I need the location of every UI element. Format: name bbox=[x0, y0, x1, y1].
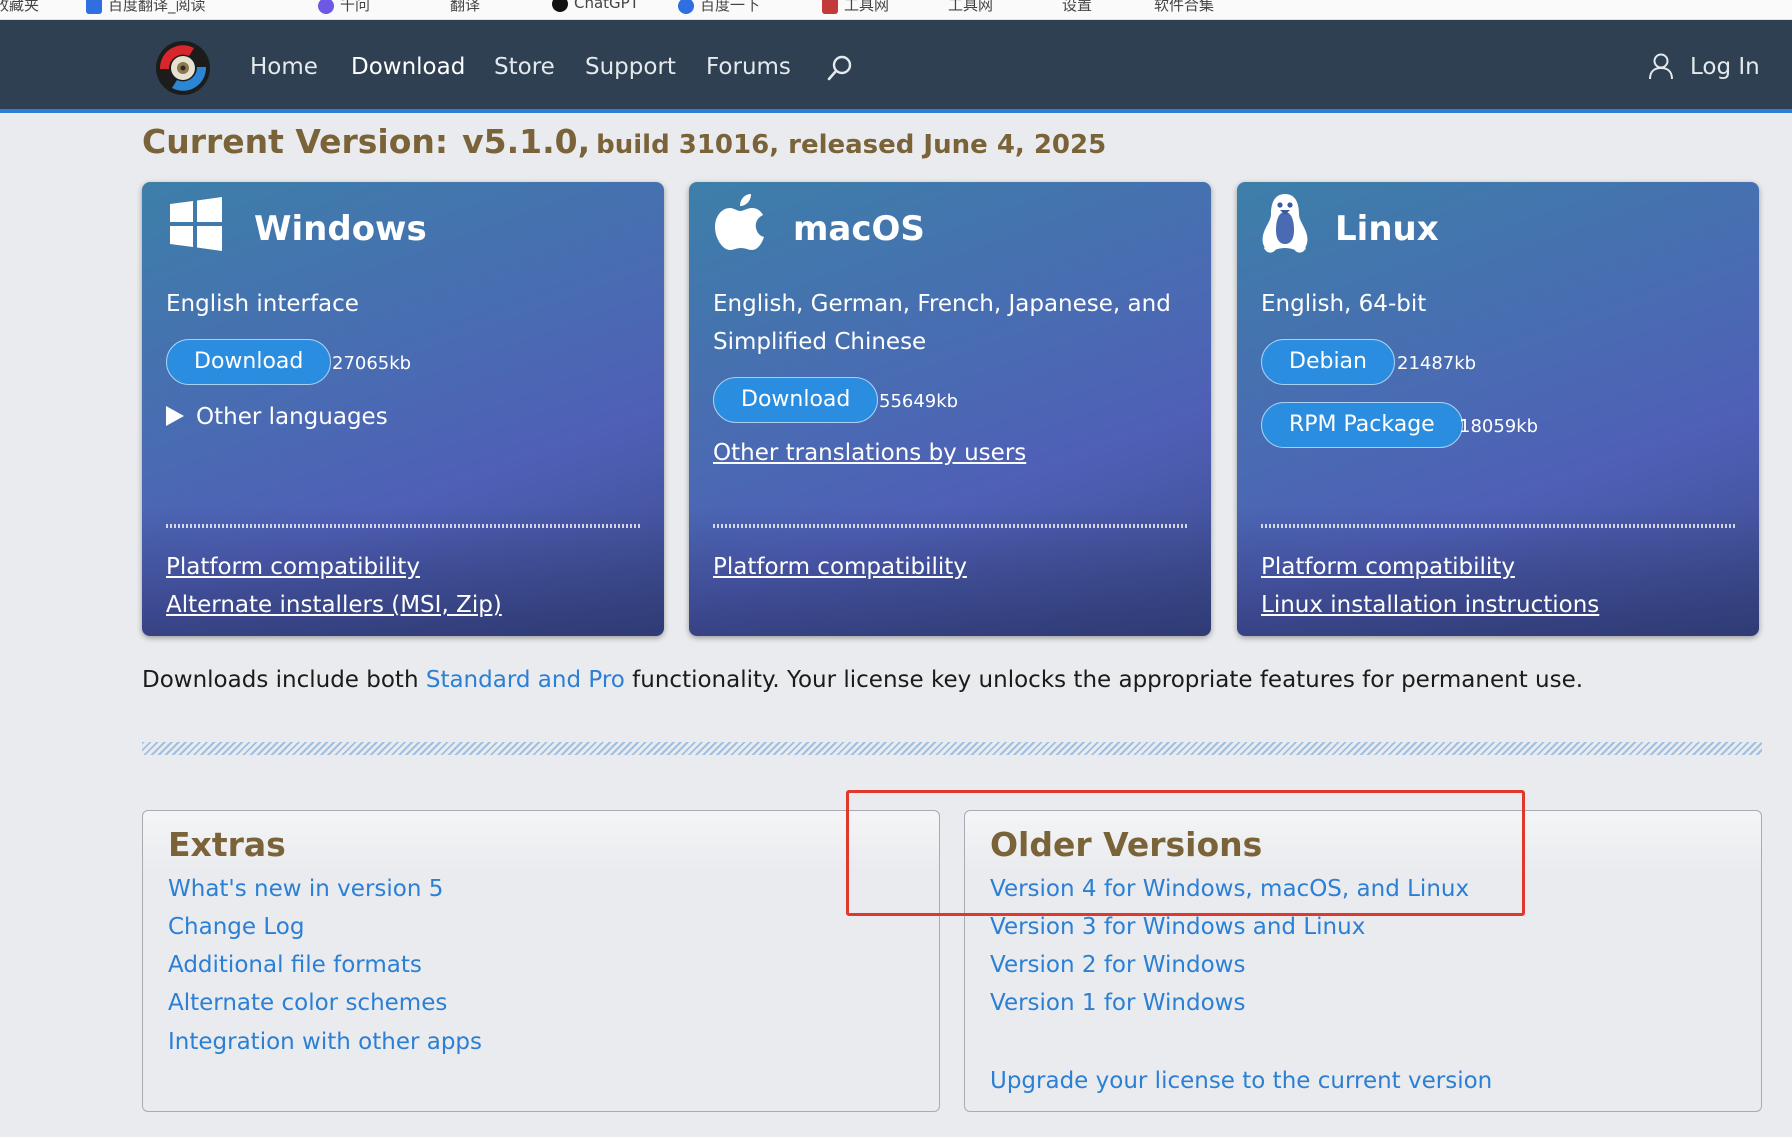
bookmark-item[interactable]: 收藏夹 bbox=[0, 0, 39, 14]
standard-and-pro-link[interactable]: Standard and Pro bbox=[426, 667, 625, 693]
bookmark-item[interactable]: 千问 bbox=[318, 0, 370, 14]
bookmark-item[interactable]: 软件合集 bbox=[1154, 0, 1214, 14]
linux-card: Linux English, 64-bit Debian 21487kb RPM… bbox=[1237, 182, 1759, 636]
site-navbar: Home Download Store Support Forums Log I… bbox=[0, 20, 1792, 113]
linux-platform-compatibility-link[interactable]: Platform compatibility bbox=[1261, 554, 1515, 580]
search-icon[interactable] bbox=[826, 54, 854, 82]
linux-installation-instructions-link[interactable]: Linux installation instructions bbox=[1261, 592, 1599, 618]
expand-triangle-icon bbox=[166, 405, 184, 426]
bookmark-item[interactable]: ChatGPT bbox=[552, 0, 639, 14]
current-version-number: v5.1.0, bbox=[462, 122, 591, 161]
chatgpt-icon bbox=[552, 0, 568, 12]
qwen-icon bbox=[318, 0, 334, 14]
other-languages-label: Other languages bbox=[196, 404, 388, 430]
debian-download-size: 21487kb bbox=[1397, 353, 1477, 374]
bookmark-label: 工具网 bbox=[948, 0, 994, 14]
current-version-build: build 31016, released June 4, 2025 bbox=[596, 130, 1107, 160]
bookmark-item[interactable]: 百度一下 bbox=[678, 0, 760, 14]
windows-card: Windows English interface Download 27065… bbox=[142, 182, 664, 636]
version-4-link[interactable]: Version 4 for Windows, macOS, and Linux bbox=[990, 876, 1469, 902]
card-divider bbox=[713, 524, 1189, 528]
additional-file-formats-link[interactable]: Additional file formats bbox=[168, 952, 422, 978]
tux-penguin-icon bbox=[1262, 194, 1308, 253]
info-suffix: functionality. Your license key unlocks … bbox=[624, 667, 1584, 693]
bookmark-item[interactable]: 翻译 bbox=[450, 0, 480, 14]
whats-new-link[interactable]: What's new in version 5 bbox=[168, 876, 443, 902]
windows-download-button[interactable]: Download bbox=[166, 339, 332, 385]
card-divider bbox=[1261, 524, 1737, 528]
macos-card: macOS English, German, French, Japanese,… bbox=[689, 182, 1211, 636]
browser-bookmarks-bar: 收藏夹 百度翻译_阅读 千问 翻译 ChatGPT 百度一下 工具网 工具网 设… bbox=[0, 0, 1792, 20]
bookmark-label: 收藏夹 bbox=[0, 0, 40, 14]
baidu-icon bbox=[678, 0, 694, 14]
bookmark-label: 软件合集 bbox=[1154, 0, 1215, 14]
bookmark-item[interactable]: 设置 bbox=[1062, 0, 1092, 14]
bookmark-label: 百度翻译_阅读 bbox=[108, 0, 206, 14]
nav-download[interactable]: Download bbox=[351, 54, 465, 80]
current-version-heading: Current Version: v5.1.0, build 31016, rele… bbox=[142, 122, 1106, 161]
version-2-link[interactable]: Version 2 for Windows bbox=[990, 952, 1245, 978]
baidu-translate-icon bbox=[86, 0, 102, 14]
bookmark-label: 百度一下 bbox=[700, 0, 761, 14]
macos-download-button[interactable]: Download bbox=[713, 377, 879, 423]
windows-title: Windows bbox=[254, 209, 427, 249]
debian-download-button[interactable]: Debian bbox=[1261, 339, 1395, 385]
linux-title: Linux bbox=[1335, 209, 1439, 249]
alternate-color-schemes-link[interactable]: Alternate color schemes bbox=[168, 990, 447, 1016]
rpm-download-button[interactable]: RPM Package bbox=[1261, 402, 1463, 448]
windows-icon bbox=[170, 197, 222, 251]
extras-panel: Extras What's new in version 5 Change Lo… bbox=[142, 810, 940, 1112]
linux-description: English, 64-bit bbox=[1261, 291, 1427, 317]
macos-title: macOS bbox=[793, 209, 925, 249]
license-info-text: Downloads include both Standard and Pro … bbox=[142, 667, 1583, 693]
bookmark-label: 千问 bbox=[340, 0, 371, 14]
bookmark-label: ChatGPT bbox=[574, 0, 639, 12]
nav-store[interactable]: Store bbox=[494, 54, 555, 80]
macos-download-size: 55649kb bbox=[879, 391, 959, 412]
older-versions-panel: Older Versions Version 4 for Windows, ma… bbox=[964, 810, 1762, 1112]
login-label: Log In bbox=[1690, 54, 1760, 80]
bookmark-item[interactable]: 百度翻译_阅读 bbox=[86, 0, 206, 14]
other-languages-toggle[interactable]: Other languages bbox=[166, 404, 388, 430]
section-divider bbox=[142, 742, 1762, 755]
macos-platform-compatibility-link[interactable]: Platform compatibility bbox=[713, 554, 967, 580]
windows-description: English interface bbox=[166, 291, 359, 317]
tool-site-icon bbox=[822, 0, 838, 14]
user-icon bbox=[1649, 53, 1673, 80]
info-prefix: Downloads include both bbox=[142, 667, 426, 693]
bookmark-item[interactable]: 工具网 bbox=[948, 0, 993, 14]
site-logo-icon[interactable] bbox=[154, 39, 212, 97]
extras-title: Extras bbox=[168, 825, 286, 864]
bookmark-label: 翻译 bbox=[450, 0, 481, 14]
windows-alternate-installers-link[interactable]: Alternate installers (MSI, Zip) bbox=[166, 592, 502, 618]
bookmark-label: 工具网 bbox=[844, 0, 890, 14]
rpm-download-size: 18059kb bbox=[1459, 416, 1539, 437]
other-translations-link[interactable]: Other translations by users bbox=[713, 440, 1026, 466]
older-versions-title: Older Versions bbox=[990, 825, 1263, 864]
upgrade-license-link[interactable]: Upgrade your license to the current vers… bbox=[990, 1068, 1492, 1094]
windows-platform-compatibility-link[interactable]: Platform compatibility bbox=[166, 554, 420, 580]
integration-link[interactable]: Integration with other apps bbox=[168, 1029, 482, 1055]
apple-icon bbox=[715, 194, 764, 250]
change-log-link[interactable]: Change Log bbox=[168, 914, 304, 940]
bookmark-item[interactable]: 工具网 bbox=[822, 0, 889, 14]
nav-forums[interactable]: Forums bbox=[706, 54, 791, 80]
card-divider bbox=[166, 524, 642, 528]
bookmark-label: 设置 bbox=[1062, 0, 1093, 14]
macos-description: English, German, French, Japanese, and S… bbox=[713, 291, 1171, 355]
nav-home[interactable]: Home bbox=[250, 54, 318, 80]
current-version-label: Current Version: bbox=[142, 122, 449, 161]
version-1-link[interactable]: Version 1 for Windows bbox=[990, 990, 1245, 1016]
windows-download-size: 27065kb bbox=[332, 353, 412, 374]
nav-support[interactable]: Support bbox=[585, 54, 676, 80]
version-3-link[interactable]: Version 3 for Windows and Linux bbox=[990, 914, 1365, 940]
